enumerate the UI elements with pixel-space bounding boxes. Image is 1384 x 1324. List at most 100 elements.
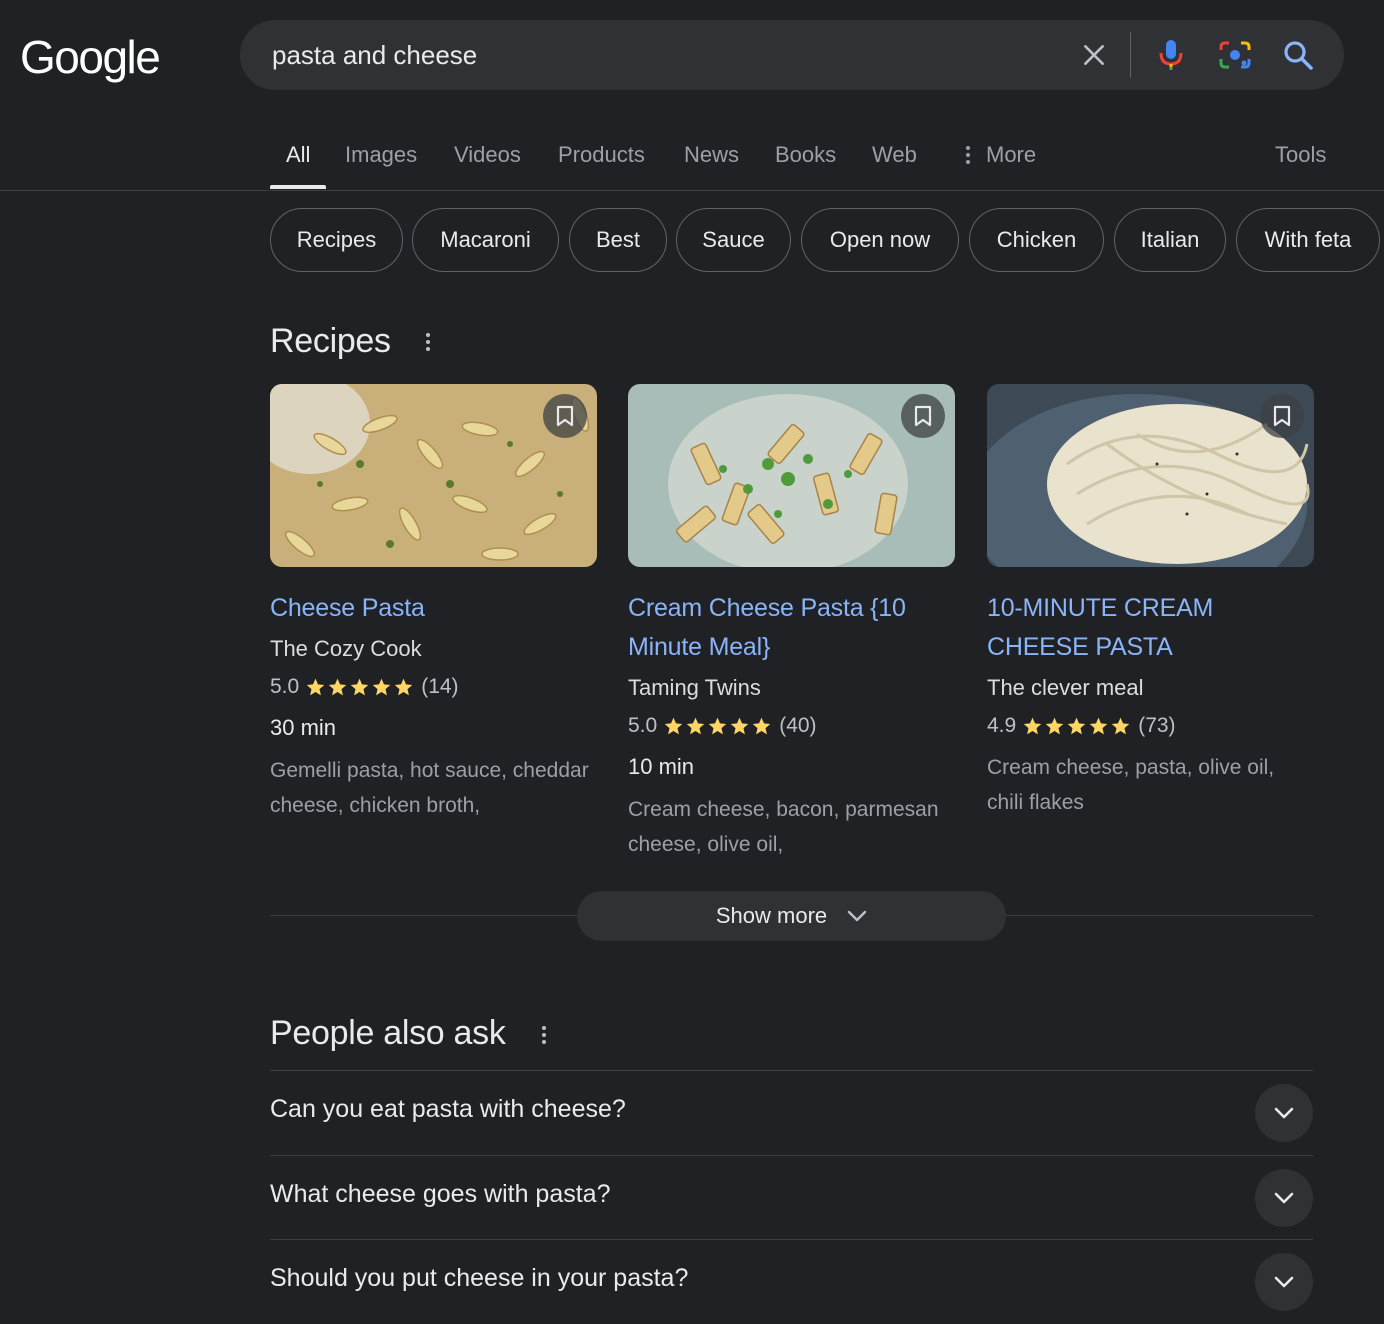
chevron-down-icon [847,910,867,922]
paa-question-row[interactable]: Should you put cheese in your pasta? [270,1239,1313,1323]
tabs-divider [0,190,1384,191]
recipe-source: Taming Twins [628,675,761,700]
search-box [240,20,1344,90]
recipe-card[interactable]: 10-MINUTE CREAM CHEESE PASTA The clever … [987,384,1314,820]
review-count: (40) [779,714,817,737]
review-count: (14) [421,675,459,698]
search-results-page: Google pasta and cheese All Images Video… [0,0,1384,1324]
save-recipe-button[interactable] [543,394,587,438]
google-logo[interactable]: Google [20,30,161,84]
recipe-title-link[interactable]: Cheese Pasta [270,589,597,628]
star-icon [350,678,369,696]
bookmark-icon [914,405,932,427]
star-icon [1067,717,1086,735]
show-more-button[interactable]: Show more [577,891,1006,941]
chip-chicken[interactable]: Chicken [969,208,1104,272]
recipe-ingredients: Cream cheese, pasta, olive oil, chili fl… [987,756,1275,814]
clear-icon[interactable] [1074,35,1114,75]
paa-question: What cheese goes with pasta? [270,1180,611,1208]
rating-value: 5.0 [628,714,658,737]
star-icon [1023,717,1042,735]
recipe-source: The clever meal [987,675,1144,700]
paa-more-options-icon[interactable] [538,1020,550,1050]
chip-italian[interactable]: Italian [1114,208,1226,272]
expand-question-button[interactable] [1255,1169,1313,1227]
recipe-card[interactable]: Cream Cheese Pasta {10 Minute Meal} Tami… [628,384,955,862]
chip-with-feta[interactable]: With feta [1236,208,1380,272]
recipe-ingredients: Cream cheese, bacon, parmesan cheese, ol… [628,798,939,856]
rating-value: 5.0 [270,675,300,698]
lens-camera-icon[interactable] [1215,35,1255,75]
star-icon [1045,717,1064,735]
search-divider [1130,32,1131,78]
star-icon [708,717,727,735]
star-icon [686,717,705,735]
star-rating-icons [1022,716,1132,736]
paa-question-row[interactable]: What cheese goes with pasta? [270,1155,1313,1239]
recipe-image-10-minute-cream-cheese-pasta[interactable] [987,384,1314,567]
tab-videos[interactable]: Videos [454,142,521,168]
recipe-time: 10 min [628,754,695,779]
chevron-down-icon [1274,1192,1294,1204]
recipe-ingredients: Gemelli pasta, hot sauce, cheddar cheese… [270,759,589,817]
tab-books[interactable]: Books [775,142,836,168]
paa-question: Should you put cheese in your pasta? [270,1264,689,1292]
recipe-rating: 4.9 (73) [987,709,1314,743]
star-icon [664,717,683,735]
search-input[interactable] [272,20,1032,90]
rating-value: 4.9 [987,714,1017,737]
recipe-rating: 5.0 (40) [628,709,955,743]
chip-macaroni[interactable]: Macaroni [412,208,559,272]
expand-question-button[interactable] [1255,1253,1313,1311]
chip-open-now[interactable]: Open now [801,208,959,272]
chip-best[interactable]: Best [569,208,667,272]
recipe-rating: 5.0 (14) [270,670,597,704]
paa-question: Can you eat pasta with cheese? [270,1095,626,1123]
show-more-label: Show more [715,903,828,928]
tab-all[interactable]: All [286,142,310,168]
recipe-card[interactable]: Cheese Pasta The Cozy Cook 5.0 (14) 30 m… [270,384,597,823]
recipe-time: 30 min [270,715,337,740]
expand-question-button[interactable] [1255,1084,1313,1142]
star-rating-icons [663,716,773,736]
tab-more[interactable]: More [964,142,1036,168]
star-icon [394,678,413,696]
review-count: (73) [1138,714,1176,737]
save-recipe-button[interactable] [901,394,945,438]
chevron-down-icon [1274,1107,1294,1119]
tab-more-label: More [986,142,1037,167]
recipe-source: The Cozy Cook [270,636,422,661]
people-also-ask-heading: People also ask [270,1014,506,1052]
star-icon [306,678,325,696]
bookmark-icon [556,405,574,427]
recipes-more-options-icon[interactable] [422,327,434,357]
recipe-image-cheese-pasta[interactable] [270,384,597,567]
microphone-icon[interactable] [1151,35,1191,75]
paa-question-row[interactable]: Can you eat pasta with cheese? [270,1070,1313,1154]
star-rating-icons [305,677,415,697]
chip-recipes[interactable]: Recipes [270,208,403,272]
search-icon[interactable] [1278,35,1318,75]
recipe-title-link[interactable]: Cream Cheese Pasta {10 Minute Meal} [628,589,955,667]
bookmark-icon [1273,405,1291,427]
tab-web[interactable]: Web [872,142,917,168]
search-tabs: All Images Videos Products News Books We… [270,126,1384,190]
star-icon [730,717,749,735]
star-icon [752,717,771,735]
chip-sauce[interactable]: Sauce [676,208,791,272]
star-icon [1111,717,1130,735]
tab-products[interactable]: Products [558,142,645,168]
star-icon [1089,717,1108,735]
tab-images[interactable]: Images [345,142,417,168]
tab-all-underline [270,185,326,189]
more-vert-icon [966,146,970,164]
tools-button[interactable]: Tools [1275,142,1326,168]
recipe-title-link[interactable]: 10-MINUTE CREAM CHEESE PASTA [987,589,1314,667]
tab-news[interactable]: News [684,142,739,168]
chevron-down-icon [1274,1276,1294,1288]
star-icon [328,678,347,696]
recipes-heading: Recipes [270,322,391,360]
recipe-image-cream-cheese-pasta[interactable] [628,384,955,567]
star-icon [372,678,391,696]
save-recipe-button[interactable] [1260,394,1304,438]
